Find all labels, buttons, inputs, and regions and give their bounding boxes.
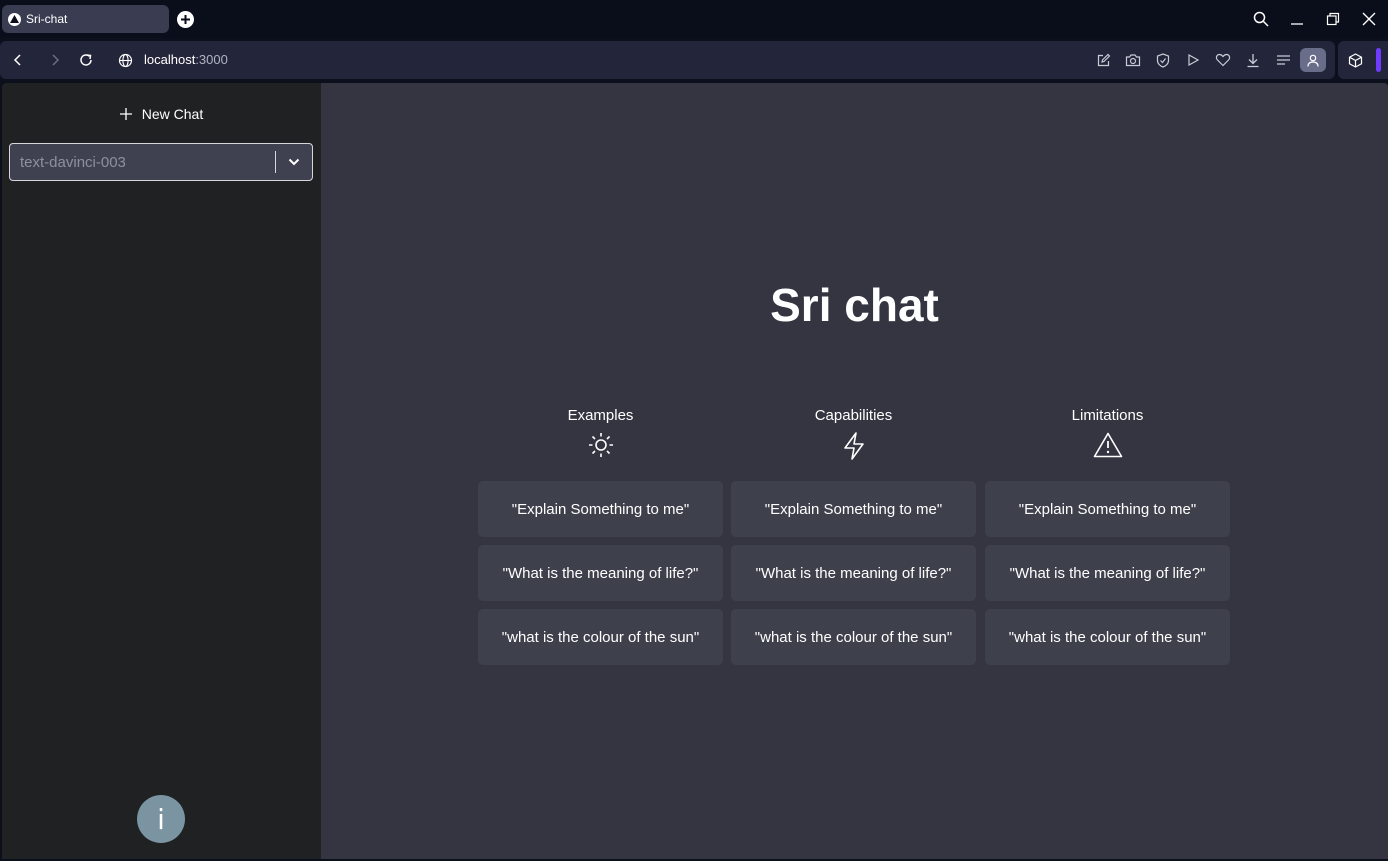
chevron-down-icon[interactable] [276, 158, 312, 166]
example-card[interactable]: "Explain Something to me" [478, 481, 723, 537]
extensions-area [1338, 41, 1388, 79]
download-icon [1247, 53, 1259, 67]
triangle-icon [8, 12, 21, 26]
chat-sidebar: New Chat text-davinci-003 i [2, 83, 321, 859]
cube-icon [1348, 52, 1362, 68]
model-select-value: text-davinci-003 [20, 153, 126, 171]
pencil-square-icon [1097, 53, 1110, 66]
examples-column: Examples [478, 407, 723, 462]
url-host: localhost [144, 52, 196, 67]
downloads-button[interactable] [1244, 51, 1262, 69]
browser-tab[interactable]: Sri-chat [2, 5, 169, 33]
browser-titlebar: Sri-chat [0, 0, 1388, 38]
warning-icon [985, 432, 1230, 462]
reload-icon [80, 54, 92, 66]
capability-card[interactable]: "what is the colour of the sun" [731, 609, 976, 665]
chat-main: Sri chat Examples "Explain Something to … [321, 83, 1388, 859]
tab-manager-button[interactable] [1274, 51, 1292, 69]
forward-button[interactable] [46, 51, 64, 69]
shield-check-icon [1156, 52, 1170, 68]
limitation-card[interactable]: "what is the colour of the sun" [985, 609, 1230, 665]
new-chat-label: New Chat [141, 106, 204, 122]
globe-icon [118, 53, 132, 67]
screenshot-button[interactable] [1124, 51, 1142, 69]
lightning-icon [731, 432, 976, 462]
heart-icon [1215, 53, 1231, 67]
restore-button[interactable] [1322, 8, 1344, 30]
new-chat-button[interactable]: New Chat [2, 103, 321, 125]
page-title: Sri chat [770, 279, 939, 331]
chevron-left-icon [13, 54, 21, 66]
capabilities-column: Capabilities [731, 407, 976, 462]
plus-icon [119, 108, 132, 120]
minimize-icon [1291, 23, 1303, 25]
model-select[interactable]: text-davinci-003 [9, 143, 313, 181]
profile-button[interactable] [1300, 48, 1326, 72]
column-heading: Capabilities [814, 407, 893, 424]
tab-title: Sri-chat [26, 12, 68, 26]
play-icon [1188, 53, 1200, 67]
site-info-button[interactable] [116, 51, 134, 69]
sun-icon [478, 432, 723, 462]
limitation-card[interactable]: "Explain Something to me" [985, 481, 1230, 537]
capability-card[interactable]: "What is the meaning of life?" [731, 545, 976, 601]
plus-icon [181, 15, 190, 24]
minimize-button[interactable] [1286, 8, 1308, 30]
reload-button[interactable] [77, 51, 95, 69]
shield-button[interactable] [1154, 51, 1172, 69]
info-button[interactable]: i [137, 795, 185, 843]
column-heading: Examples [567, 407, 634, 424]
favorites-button[interactable] [1214, 51, 1232, 69]
close-window-button[interactable] [1358, 8, 1380, 30]
new-tab-button[interactable] [177, 11, 194, 28]
search-tabs-button[interactable] [1250, 8, 1272, 30]
close-icon [1362, 12, 1376, 26]
edit-page-button[interactable] [1094, 51, 1112, 69]
list-icon [1276, 55, 1290, 65]
capability-card[interactable]: "Explain Something to me" [731, 481, 976, 537]
camera-icon [1125, 54, 1141, 67]
sidebar-accent-bar [1376, 48, 1381, 72]
restore-icon [1326, 12, 1340, 26]
limitations-column: Limitations [985, 407, 1230, 462]
extensions-button[interactable] [1346, 51, 1364, 69]
column-heading: Limitations [1071, 407, 1144, 424]
url-field[interactable]: localhost:3000 [144, 52, 228, 67]
address-bar: localhost:3000 [0, 41, 1335, 79]
example-card[interactable]: "what is the colour of the sun" [478, 609, 723, 665]
chevron-right-icon [52, 54, 60, 66]
play-button[interactable] [1184, 51, 1202, 69]
limitation-card[interactable]: "What is the meaning of life?" [985, 545, 1230, 601]
example-card[interactable]: "What is the meaning of life?" [478, 545, 723, 601]
back-button[interactable] [9, 51, 27, 69]
url-port: :3000 [195, 52, 228, 67]
user-icon [1307, 54, 1319, 67]
search-icon [1253, 11, 1269, 27]
